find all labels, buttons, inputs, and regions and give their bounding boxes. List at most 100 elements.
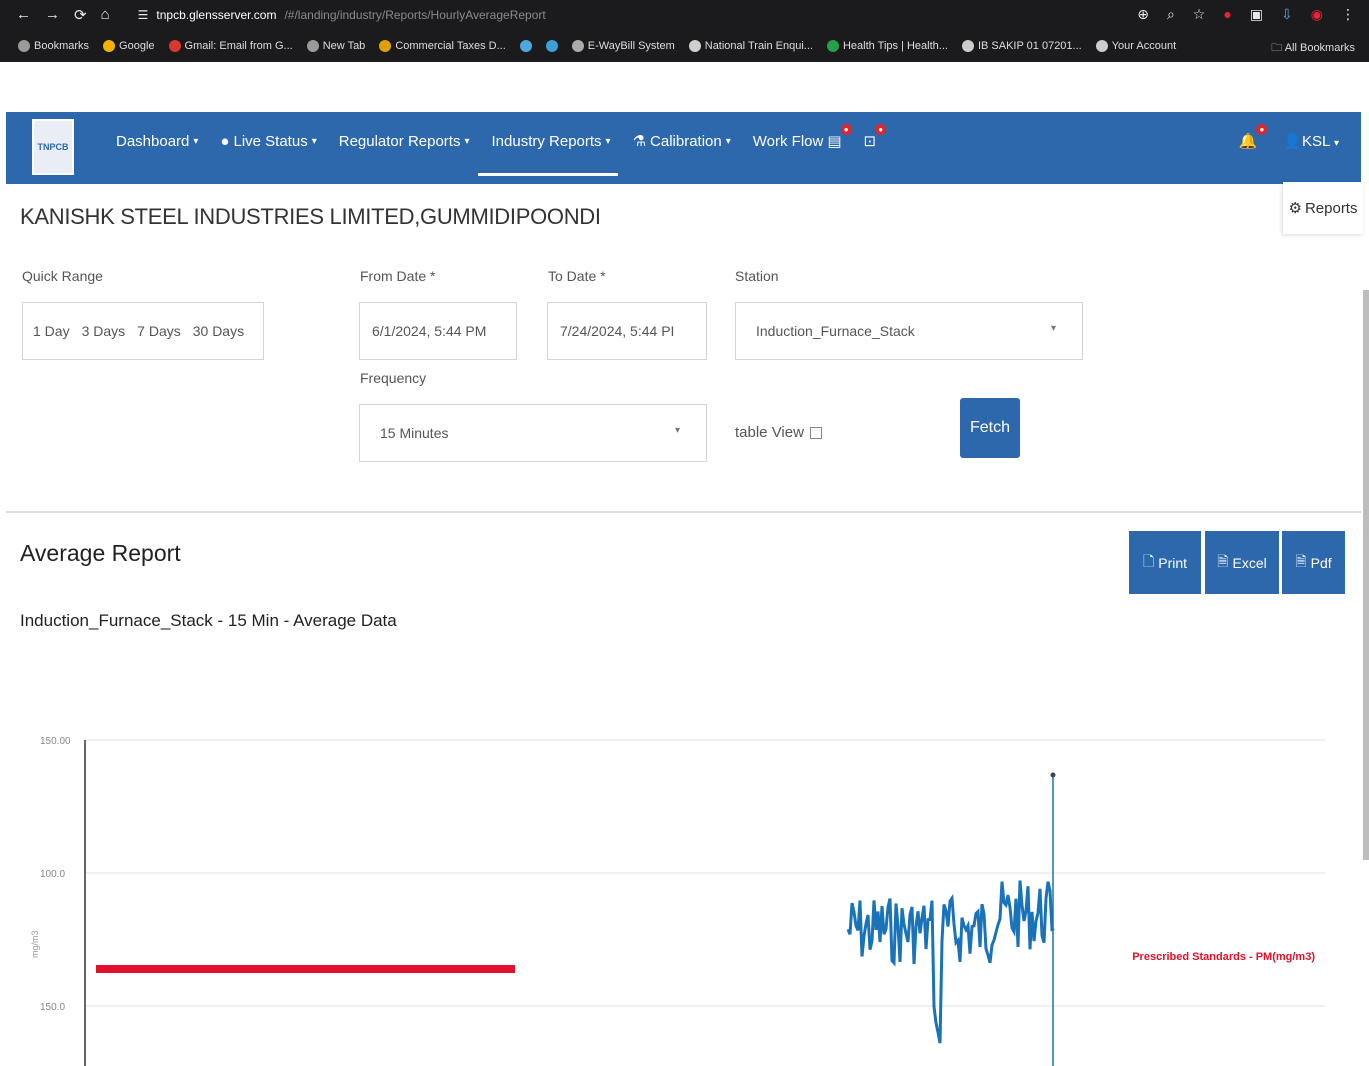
tnpcb-logo[interactable]: TNPCB xyxy=(32,119,74,175)
page-scrollbar[interactable] xyxy=(1363,290,1369,860)
quick-range-label: Quick Range xyxy=(22,268,103,284)
bookmark-item[interactable]: New Tab xyxy=(306,40,366,52)
home-icon[interactable]: ⌂ xyxy=(101,6,110,24)
from-date-input[interactable]: 6/1/2024, 5:44 PM xyxy=(359,302,517,360)
pm-series-line xyxy=(846,880,1055,1044)
navbar-right: 🔔 ● 👤KSL ▾ xyxy=(1239,124,1339,150)
quick-1-day[interactable]: 1 Day xyxy=(33,323,70,339)
bookmark-item[interactable]: Gmail: Email from G... xyxy=(168,40,293,52)
user-name: KSL xyxy=(1302,133,1330,150)
pdf-button[interactable]: 🗎 Pdf xyxy=(1282,531,1345,594)
bookmark-favicon-icon xyxy=(103,40,116,52)
site-info-icon[interactable]: ☰ xyxy=(138,8,149,22)
user-menu[interactable]: 👤KSL ▾ xyxy=(1283,132,1339,150)
chevron-down-icon: ▾ xyxy=(1050,323,1056,334)
menu-calibration[interactable]: ⚗ Calibration ▾ xyxy=(633,132,731,151)
frequency-select[interactable]: 15 Minutes ▾ xyxy=(359,404,707,462)
print-button[interactable]: 🗋 Print xyxy=(1129,531,1201,594)
bookmark-item[interactable] xyxy=(519,40,532,52)
caret-down-icon: ▾ xyxy=(605,135,611,147)
company-title: KANISHK STEEL INDUSTRIES LIMITED,GUMMIDI… xyxy=(20,204,601,229)
quick-3-days[interactable]: 3 Days xyxy=(82,323,126,339)
translate-icon[interactable]: ⊕ xyxy=(1137,6,1149,23)
bookmark-favicon-icon xyxy=(168,40,181,52)
table-view-label: table View xyxy=(735,424,804,441)
star-icon[interactable]: ☆ xyxy=(1193,6,1206,23)
reports-link[interactable]: ⚙ Reports xyxy=(1283,182,1363,234)
table-view-checkbox[interactable] xyxy=(809,426,822,439)
section-divider xyxy=(6,511,1361,513)
menu-label: Industry Reports xyxy=(491,132,602,150)
menu-industry-reports[interactable]: Industry Reports ▾ xyxy=(477,132,618,176)
bookmark-item[interactable]: Bookmarks xyxy=(18,40,89,52)
browser-chrome: ← → ⟳ ⌂ ☰ tnpcb.glensserver.com /#/landin… xyxy=(0,0,1369,62)
frequency-label: Frequency xyxy=(360,370,427,386)
y-tick-middle: 100.0 xyxy=(40,869,65,880)
app-navbar: TNPCB Dashboard ▾ ● Live Status ▾ Regulator… xyxy=(6,112,1361,184)
zoom-icon[interactable]: ⌕ xyxy=(1167,6,1175,23)
notification-button[interactable]: 🔔 ● xyxy=(1239,124,1268,150)
caret-down-icon: ▾ xyxy=(464,135,470,147)
download-icon[interactable]: ⇩ xyxy=(1281,6,1293,23)
live-dot-icon: ● xyxy=(220,132,230,150)
menu-label: Live Status xyxy=(233,132,308,150)
bookmark-item[interactable]: E-WayBill System xyxy=(571,40,675,52)
bookmark-label: National Train Enqui... xyxy=(704,40,813,52)
menu-live-status[interactable]: ● Live Status ▾ xyxy=(220,132,316,150)
bookmark-item[interactable]: Google xyxy=(103,40,155,52)
menu-label: Calibration xyxy=(650,132,722,150)
menu-label: Regulator Reports xyxy=(338,132,461,150)
reload-icon[interactable]: ⟳ xyxy=(74,6,87,24)
station-label: Station xyxy=(735,268,779,284)
bookmark-item[interactable] xyxy=(545,40,558,52)
bookmark-favicon-icon xyxy=(545,40,558,52)
bookmark-favicon-icon xyxy=(826,40,839,52)
menu-label: Dashboard xyxy=(116,132,190,150)
back-icon[interactable]: ← xyxy=(16,6,31,24)
extension-icon[interactable]: ● xyxy=(1223,6,1231,23)
bookmark-item[interactable]: Health Tips | Health... xyxy=(826,40,948,52)
chevron-down-icon: ▾ xyxy=(674,425,680,436)
bookmark-favicon-icon xyxy=(688,40,701,52)
bookmark-favicon-icon xyxy=(571,40,584,52)
caret-down-icon: ▾ xyxy=(1333,138,1339,149)
profile-icon[interactable]: ◉ xyxy=(1311,6,1323,23)
excel-button[interactable]: 🗎 Excel xyxy=(1205,531,1279,594)
menu-regulator-reports[interactable]: Regulator Reports ▾ xyxy=(339,132,470,150)
to-date-label: To Date * xyxy=(548,268,606,284)
address-row: ← → ⟳ ⌂ ☰ tnpcb.glensserver.com /#/landin… xyxy=(0,0,1369,30)
bookmark-label: New Tab xyxy=(322,40,366,52)
bookmark-favicon-icon xyxy=(1095,40,1108,52)
url-path: /#/landing/industry/Reports/HourlyAverag… xyxy=(284,8,546,22)
kebab-menu-icon[interactable]: ⋮ xyxy=(1341,6,1355,23)
address-bar[interactable]: ☰ tnpcb.glensserver.com /#/landing/indust… xyxy=(138,8,546,22)
bookmark-favicon-icon xyxy=(306,40,319,52)
to-date-input[interactable]: 7/24/2024, 5:44 PI xyxy=(547,302,707,360)
browser-nav: ← → ⟳ ⌂ xyxy=(16,6,110,24)
standard-legend-label: Prescribed Standards - PM(mg/m3) xyxy=(1132,951,1315,963)
quick-30-days[interactable]: 30 Days xyxy=(193,323,244,339)
from-date-label: From Date * xyxy=(360,268,436,284)
bookmark-item[interactable]: IB SAKIP 01 07201... xyxy=(961,40,1082,52)
all-bookmarks[interactable]: 🗀 All Bookmarks xyxy=(1271,39,1355,58)
menu-dashboard[interactable]: Dashboard ▾ xyxy=(116,132,198,150)
active-indicator xyxy=(477,173,618,176)
bookmark-item[interactable]: National Train Enqui... xyxy=(688,40,813,52)
user-icon: 👤 xyxy=(1283,133,1302,150)
bookmark-item[interactable]: Your Account xyxy=(1095,40,1177,52)
quick-7-days[interactable]: 7 Days xyxy=(137,323,181,339)
caret-down-icon: ▾ xyxy=(193,135,199,147)
logo-text: TNPCB xyxy=(37,142,69,152)
y-tick-top: 150.00 xyxy=(40,736,71,747)
station-select[interactable]: Induction_Furnace_Stack ▾ xyxy=(735,302,1083,360)
bookmark-label: Your Account xyxy=(1111,40,1177,52)
puzzle-icon[interactable]: ▣ xyxy=(1250,6,1263,23)
y-axis-label: mg/m3 xyxy=(30,930,40,958)
forward-icon[interactable]: → xyxy=(45,6,60,24)
menu-work-flow[interactable]: Work Flow ▤ ● xyxy=(753,124,852,150)
workflow-icon: ▤ xyxy=(827,133,842,150)
bookmark-item[interactable]: Commercial Taxes D... xyxy=(379,40,506,52)
fetch-button[interactable]: Fetch xyxy=(960,398,1020,458)
menu-inbox[interactable]: ⊡ ● xyxy=(864,124,887,150)
reports-link-label: Reports xyxy=(1304,199,1358,217)
